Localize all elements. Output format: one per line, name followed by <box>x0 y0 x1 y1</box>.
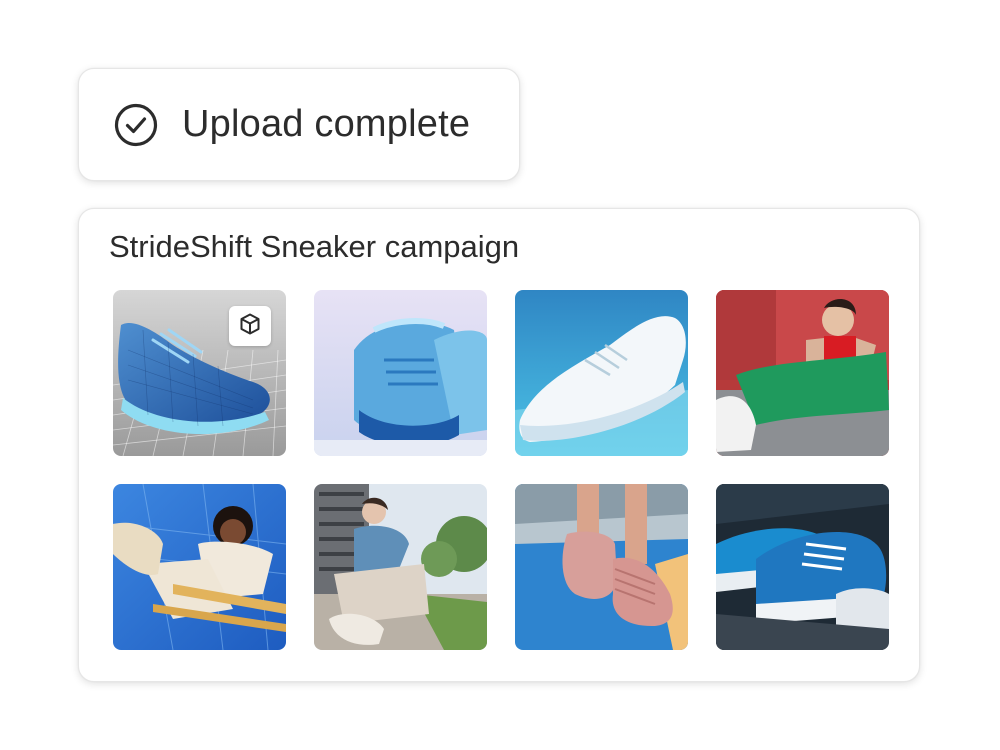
asset-image <box>716 290 889 456</box>
asset-image <box>515 290 688 456</box>
asset-grid <box>113 290 889 650</box>
asset-thumbnail-store-shelf[interactable] <box>716 484 889 650</box>
campaign-panel: StrideShift Sneaker campaign <box>78 208 920 682</box>
check-circle-icon <box>114 103 158 147</box>
upload-status-message: Upload complete <box>182 103 471 145</box>
asset-image <box>314 484 487 650</box>
asset-thumbnail-woman-sitting[interactable] <box>716 290 889 456</box>
cube-icon <box>238 312 262 341</box>
asset-image <box>716 484 889 650</box>
asset-thumbnail-sneaker-closeup[interactable] <box>314 290 487 456</box>
asset-thumbnail-runner-track[interactable] <box>515 484 688 650</box>
asset-image <box>515 484 688 650</box>
asset-thumbnail-person-sky[interactable] <box>113 484 286 650</box>
asset-image <box>113 484 286 650</box>
asset-thumbnail-3d-sneaker[interactable] <box>113 290 286 456</box>
campaign-title: StrideShift Sneaker campaign <box>109 229 520 264</box>
3d-model-badge <box>229 306 271 346</box>
asset-thumbnail-white-sneaker[interactable] <box>515 290 688 456</box>
asset-thumbnail-woman-outdoors[interactable] <box>314 484 487 650</box>
asset-image <box>314 290 487 456</box>
upload-status-toast: Upload complete <box>78 68 520 181</box>
